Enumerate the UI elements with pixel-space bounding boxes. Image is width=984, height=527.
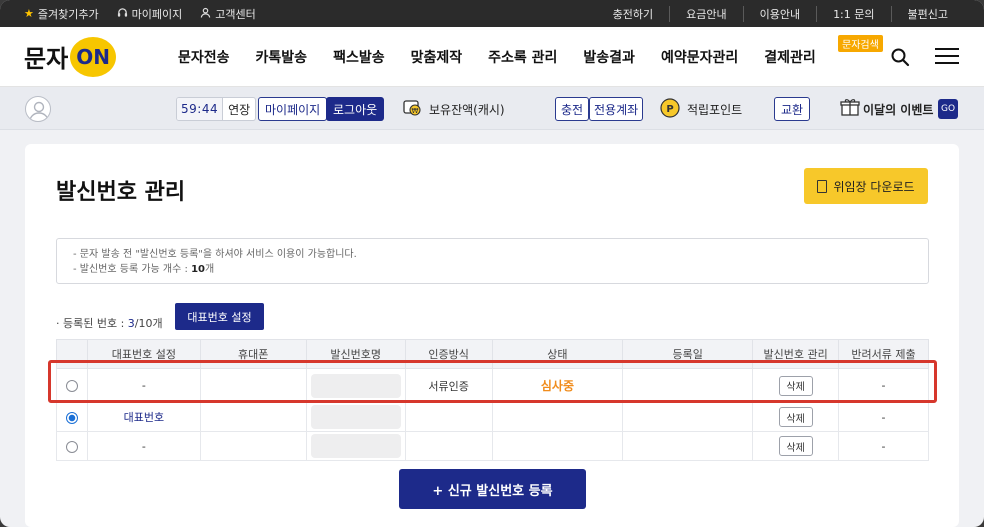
headset-icon — [117, 7, 128, 21]
set-representative-button[interactable]: 대표번호 설정 — [175, 303, 264, 330]
col-sender-name: 발신번호명 — [305, 339, 406, 369]
col-manage: 발신번호 관리 — [752, 339, 840, 369]
masked-sender-name — [310, 405, 401, 429]
complaint-link[interactable]: 불편신고 — [890, 5, 964, 22]
logout-button[interactable]: 로그아웃 — [326, 97, 385, 121]
date-cell — [622, 368, 754, 403]
status-badge: 심사중 — [540, 379, 574, 393]
masked-sender-name — [310, 373, 401, 398]
col-mobile: 휴대폰 — [199, 339, 307, 369]
page-title: 발신번호 관리 — [56, 180, 186, 205]
table-row: 대표번호 삭제 - — [56, 402, 929, 432]
logo-badge: ON — [70, 36, 117, 77]
inquiry-link[interactable]: 1:1 문의 — [816, 5, 890, 22]
dedicated-account-button[interactable]: 전용계좌 — [589, 97, 644, 121]
member-bar: 59:44 연장 마이페이지 로그아웃 ₩ 보유잔액(캐시) 충전 전용계좌 P… — [0, 87, 984, 130]
status-cell — [491, 402, 624, 432]
auth-cell: 서류인증 — [404, 368, 493, 403]
balance-label: 보유잔액(캐시) — [429, 103, 505, 117]
col-reject-docs: 반려서류 제출 — [838, 339, 929, 369]
date-cell — [622, 402, 754, 432]
main-nav: 문자전송 카톡발송 팩스발송 맞춤제작 주소록 관리 발송결과 예약문자관리 결… — [178, 47, 842, 67]
customer-center-link[interactable]: 고객센터 — [200, 6, 256, 22]
avatar-icon[interactable] — [25, 96, 51, 122]
event-label[interactable]: 이달의 이벤트 — [863, 101, 933, 118]
delete-button[interactable]: 삭제 — [778, 375, 813, 396]
mypage-button[interactable]: 마이페이지 — [258, 97, 328, 121]
row-radio[interactable] — [65, 380, 78, 392]
col-representative: 대표번호 설정 — [86, 339, 201, 369]
point-icon: P — [659, 97, 681, 122]
nav-address-book[interactable]: 주소록 관리 — [488, 47, 557, 67]
hamburger-menu-icon[interactable] — [935, 47, 959, 65]
content-panel: 발신번호 관리 위임장 다운로드 - 문자 발송 전 "발신번호 등록"을 하셔… — [25, 144, 959, 527]
mypage-link[interactable]: 마이페이지 — [117, 6, 182, 22]
nav-results[interactable]: 발송결과 — [583, 47, 635, 67]
date-cell — [622, 431, 754, 461]
svg-text:P: P — [666, 104, 673, 115]
points-label: 적립포인트 — [687, 103, 743, 117]
table-header-row: 대표번호 설정 휴대폰 발신번호명 인증방식 상태 등록일 발신번호 관리 반려… — [56, 339, 929, 369]
download-delegation-button[interactable]: 위임장 다운로드 — [804, 168, 928, 204]
favorite-link[interactable]: ★ 즐겨찾기추가 — [24, 6, 99, 22]
main-header: 문자 ON 문자전송 카톡발송 팩스발송 맞춤제작 주소록 관리 발송결과 예약… — [0, 27, 984, 87]
masked-sender-name — [310, 434, 401, 458]
auth-cell — [404, 402, 493, 432]
charge-button[interactable]: 충전 — [555, 97, 590, 121]
mobile-cell — [199, 402, 307, 432]
status-cell — [491, 431, 624, 461]
document-icon — [817, 179, 828, 193]
table-row: - 삭제 - — [56, 431, 929, 461]
person-icon — [200, 7, 211, 21]
notice-line-1: - 문자 발송 전 "발신번호 등록"을 하셔야 서비스 이용이 가능합니다. — [73, 249, 357, 260]
session-time: 59:44 — [177, 98, 224, 120]
mobile-cell — [199, 431, 307, 461]
app-window: ★ 즐겨찾기추가 마이페이지 고객센터 충전하기 요금안내 이용안내 1:1 문… — [0, 0, 984, 527]
auth-cell — [404, 431, 493, 461]
reject-cell: - — [838, 402, 929, 432]
nav-reserved[interactable]: 예약문자관리 — [661, 47, 738, 67]
extend-button[interactable]: 연장 — [223, 98, 255, 120]
col-select — [56, 339, 88, 369]
col-auth-method: 인증방식 — [404, 339, 493, 369]
guide-link[interactable]: 이용안내 — [742, 5, 816, 22]
search-tag[interactable]: 문자검색 — [838, 35, 883, 52]
table-row: - 서류인증 심사중 삭제 - — [56, 368, 929, 403]
nav-fax[interactable]: 팩스발송 — [333, 47, 385, 67]
site-logo[interactable]: 문자 ON — [24, 36, 154, 77]
session-timer: 59:44 연장 — [176, 97, 257, 121]
reject-cell: - — [838, 368, 929, 403]
svg-text:₩: ₩ — [412, 107, 419, 115]
col-registered-date: 등록일 — [622, 339, 754, 369]
nav-custom[interactable]: 맞춤제작 — [411, 47, 463, 67]
wallet-icon: ₩ — [401, 96, 423, 121]
nav-send-sms[interactable]: 문자전송 — [178, 47, 230, 67]
pricing-link[interactable]: 요금안내 — [669, 5, 742, 22]
delete-button[interactable]: 삭제 — [778, 407, 813, 427]
row-radio[interactable] — [65, 411, 78, 424]
notice-line-2: - 발신번호 등록 가능 개수 : 10개 — [73, 264, 215, 275]
exchange-button[interactable]: 교환 — [774, 97, 811, 121]
utility-bar: ★ 즐겨찾기추가 마이페이지 고객센터 충전하기 요금안내 이용안내 1:1 문… — [0, 0, 984, 27]
mobile-cell — [199, 368, 307, 403]
star-icon: ★ — [24, 7, 34, 20]
notice-box: - 문자 발송 전 "발신번호 등록"을 하셔야 서비스 이용이 가능합니다. … — [56, 238, 929, 284]
nav-payment[interactable]: 결제관리 — [764, 47, 816, 67]
delete-button[interactable]: 삭제 — [778, 436, 813, 456]
reject-cell: - — [838, 431, 929, 461]
col-status: 상태 — [491, 339, 624, 369]
nav-kakao[interactable]: 카톡발송 — [256, 47, 308, 67]
row-radio[interactable] — [65, 440, 78, 453]
sender-number-table: 대표번호 설정 휴대폰 발신번호명 인증방식 상태 등록일 발신번호 관리 반려… — [56, 339, 929, 461]
charge-link[interactable]: 충전하기 — [597, 6, 669, 22]
representative-label: 대표번호 — [123, 411, 165, 424]
registered-count: · 등록된 번호 : 3/10개 — [56, 317, 163, 330]
search-icon[interactable] — [890, 47, 910, 67]
event-go-button[interactable]: GO — [938, 99, 958, 119]
gift-icon — [840, 97, 860, 120]
register-new-number-button[interactable]: + 신규 발신번호 등록 — [399, 469, 586, 509]
